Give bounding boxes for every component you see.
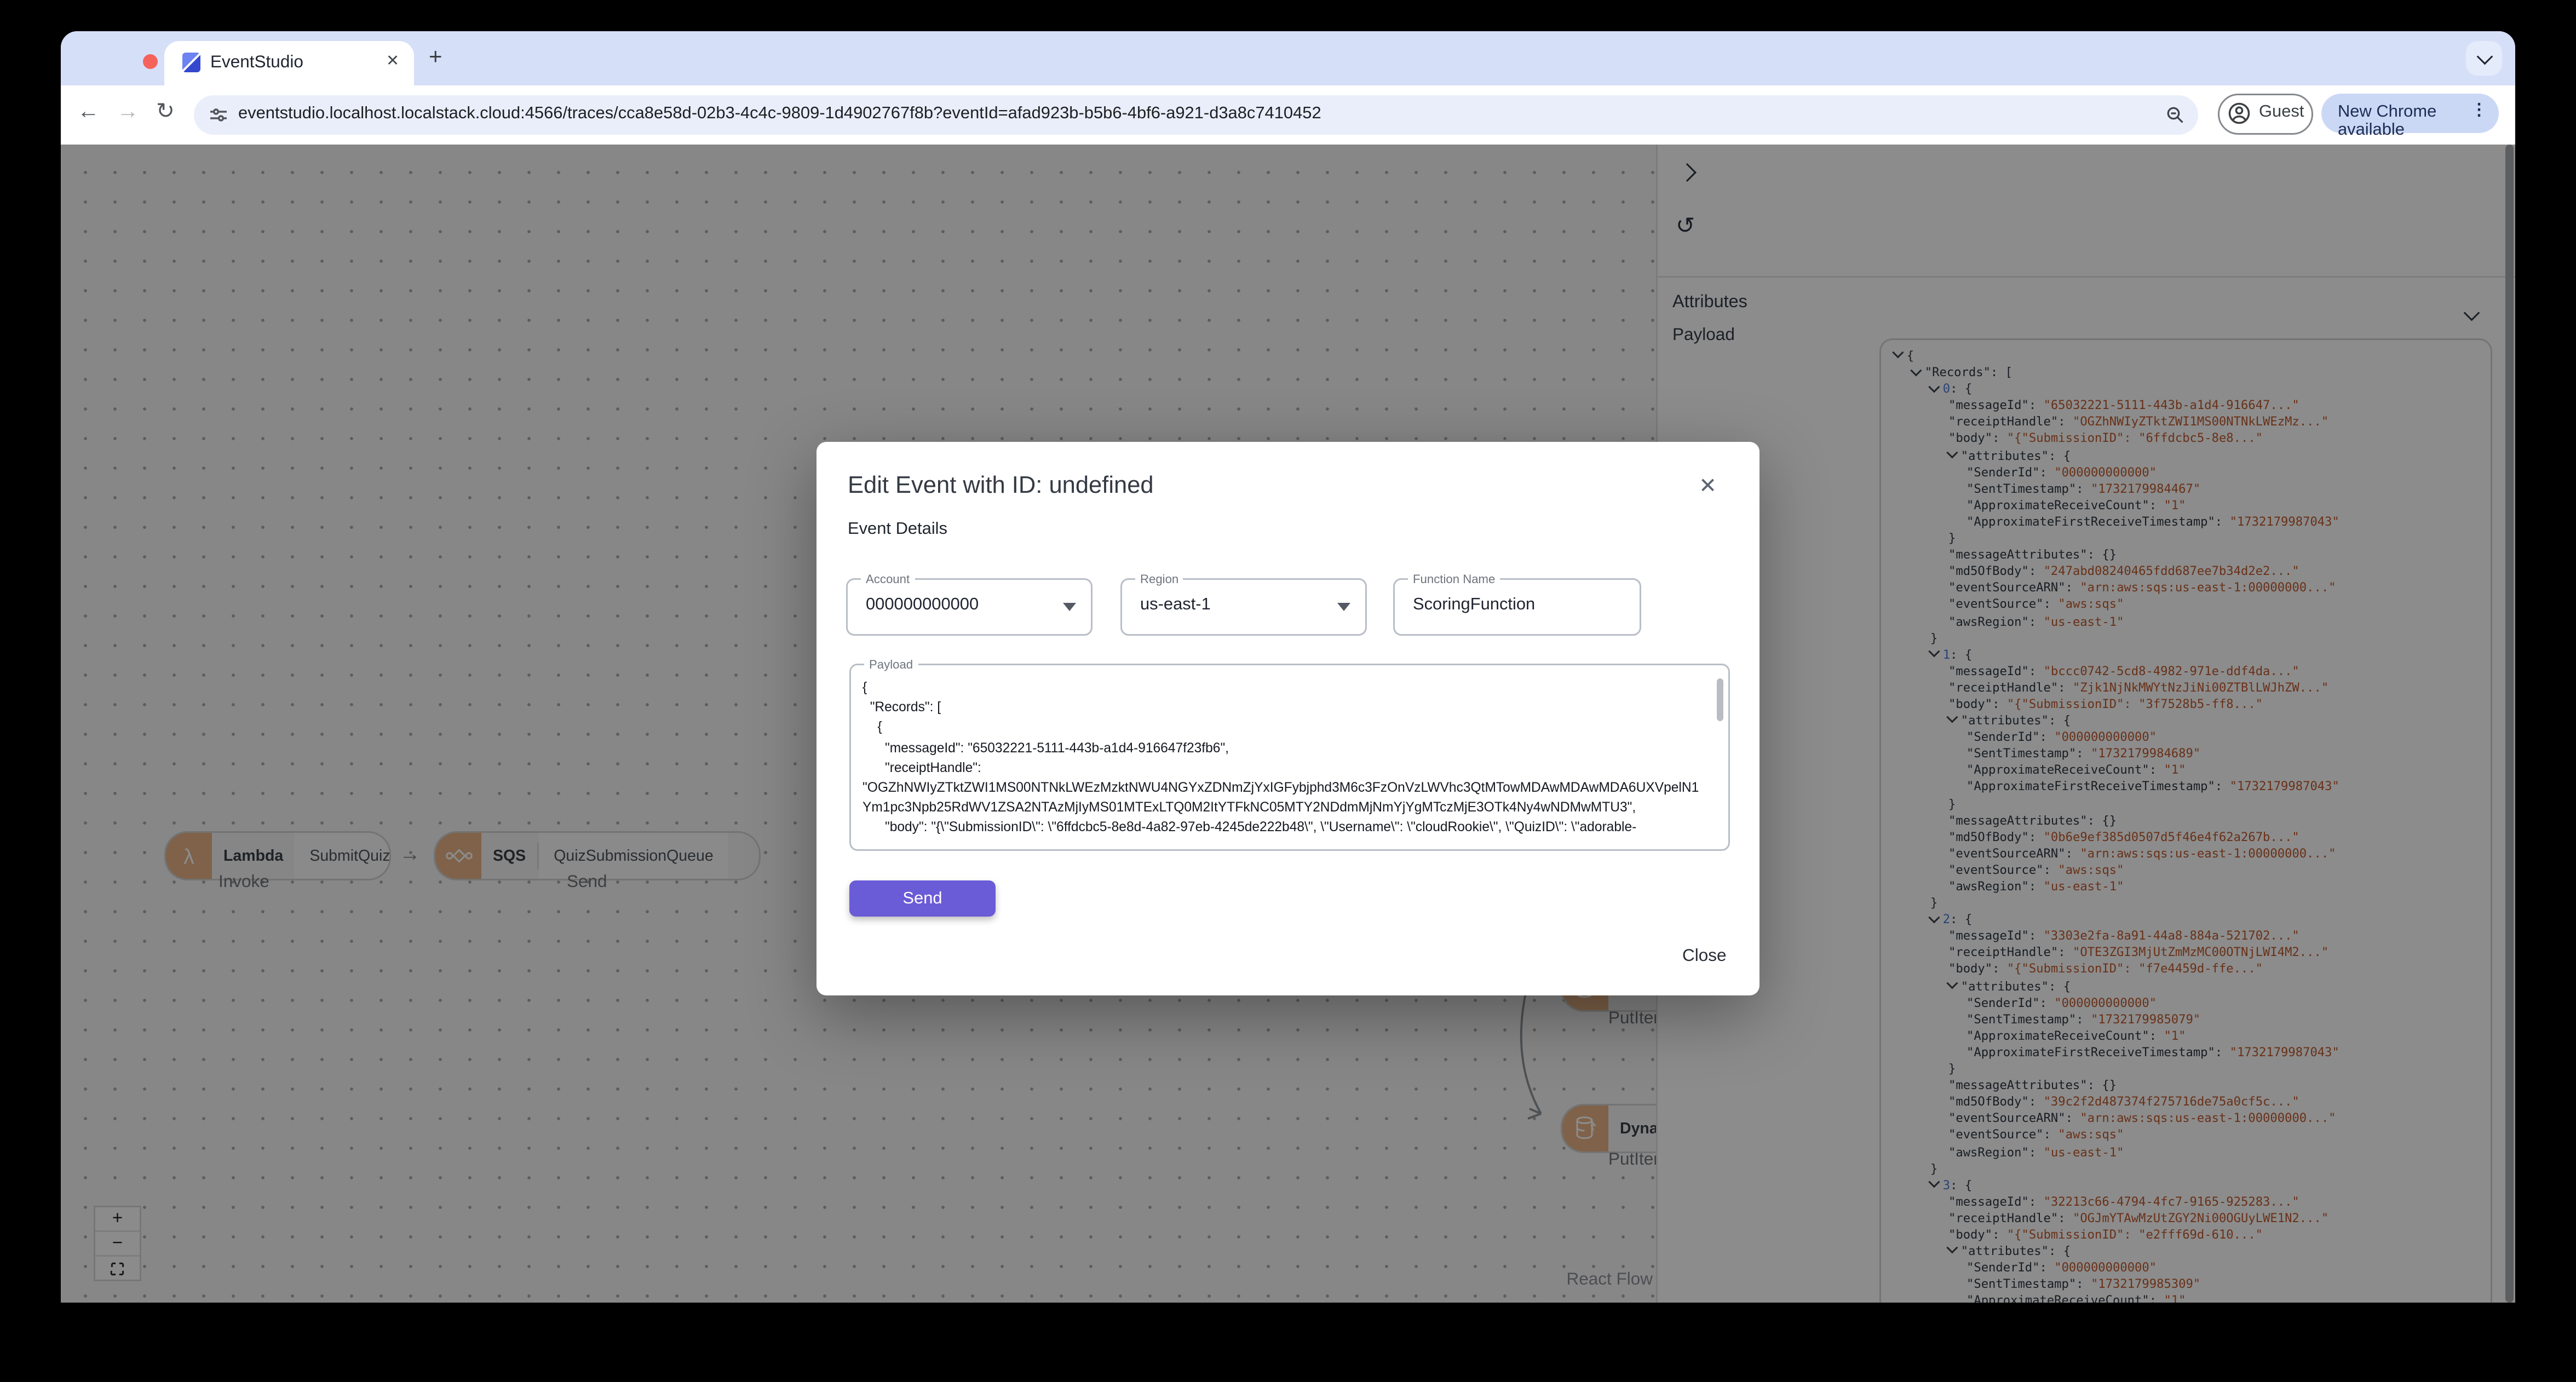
reload-button[interactable]: ↻ xyxy=(156,99,175,125)
kebab-menu-icon[interactable]: ⋮ xyxy=(2471,102,2487,120)
tab-title: EventStudio xyxy=(210,53,303,72)
eventstudio-favicon-icon xyxy=(182,53,200,72)
page-viewport: λ Lambda SubmitQuizFunction → SQS QuizSu… xyxy=(61,145,2515,1303)
function-name-label: Function Name xyxy=(1408,572,1500,586)
person-icon xyxy=(2228,102,2250,124)
payload-textarea[interactable]: Payload { "Records": [ { "messageId": "6… xyxy=(849,657,1730,851)
tab-strip: EventStudio ✕ + xyxy=(61,31,2515,85)
event-details-label: Event Details xyxy=(848,521,948,539)
dropdown-caret-icon[interactable] xyxy=(1063,603,1076,611)
chrome-update-button[interactable]: New Chrome available ⋮ xyxy=(2321,94,2499,140)
payload-field-label: Payload xyxy=(864,657,918,672)
site-settings-icon[interactable] xyxy=(209,105,228,125)
dropdown-caret-icon[interactable] xyxy=(1337,603,1350,611)
payload-text[interactable]: { "Records": [ { "messageId": "65032221-… xyxy=(863,678,1700,836)
region-label: Region xyxy=(1135,572,1184,586)
url-text[interactable]: eventstudio.localhost.localstack.cloud:4… xyxy=(238,105,1321,123)
chevron-down-icon xyxy=(2476,48,2493,65)
browser-window: EventStudio ✕ + ← → ↻ eventstudio.localh… xyxy=(61,31,2515,1303)
screen: EventStudio ✕ + ← → ↻ eventstudio.localh… xyxy=(0,0,2576,1382)
textarea-scrollbar[interactable] xyxy=(1717,678,1723,721)
account-label: Account xyxy=(861,572,915,586)
tab-eventstudio[interactable]: EventStudio ✕ xyxy=(164,41,414,85)
tab-close-icon[interactable]: ✕ xyxy=(386,53,399,71)
region-value: us-east-1 xyxy=(1140,596,1211,614)
send-button[interactable]: Send xyxy=(849,880,996,917)
function-name-value: ScoringFunction xyxy=(1413,596,1536,614)
modal-title: Edit Event with ID: undefined xyxy=(848,473,1154,499)
edit-event-modal: Edit Event with ID: undefined ✕ Event De… xyxy=(817,442,1760,995)
zoom-indicator-icon[interactable] xyxy=(2165,105,2185,125)
modal-close-icon[interactable]: ✕ xyxy=(1699,473,1717,499)
profile-button[interactable]: Guest xyxy=(2218,94,2313,135)
back-button[interactable]: ← xyxy=(77,99,100,123)
forward-button[interactable]: → xyxy=(117,99,139,123)
url-bar[interactable]: eventstudio.localhost.localstack.cloud:4… xyxy=(194,95,2198,135)
browser-toolbar: ← → ↻ eventstudio.localhost.localstack.c… xyxy=(61,85,2515,146)
tab-search-button[interactable] xyxy=(2466,41,2502,76)
region-select[interactable]: Region us-east-1 xyxy=(1120,572,1367,636)
account-value: 000000000000 xyxy=(866,596,979,614)
profile-label: Guest xyxy=(2259,103,2304,122)
window-close-button[interactable] xyxy=(143,54,158,69)
new-tab-button[interactable]: + xyxy=(429,43,442,69)
function-name-field[interactable]: Function Name ScoringFunction xyxy=(1393,572,1641,636)
close-button[interactable]: Close xyxy=(1682,946,1727,966)
account-select[interactable]: Account 000000000000 xyxy=(846,572,1092,636)
